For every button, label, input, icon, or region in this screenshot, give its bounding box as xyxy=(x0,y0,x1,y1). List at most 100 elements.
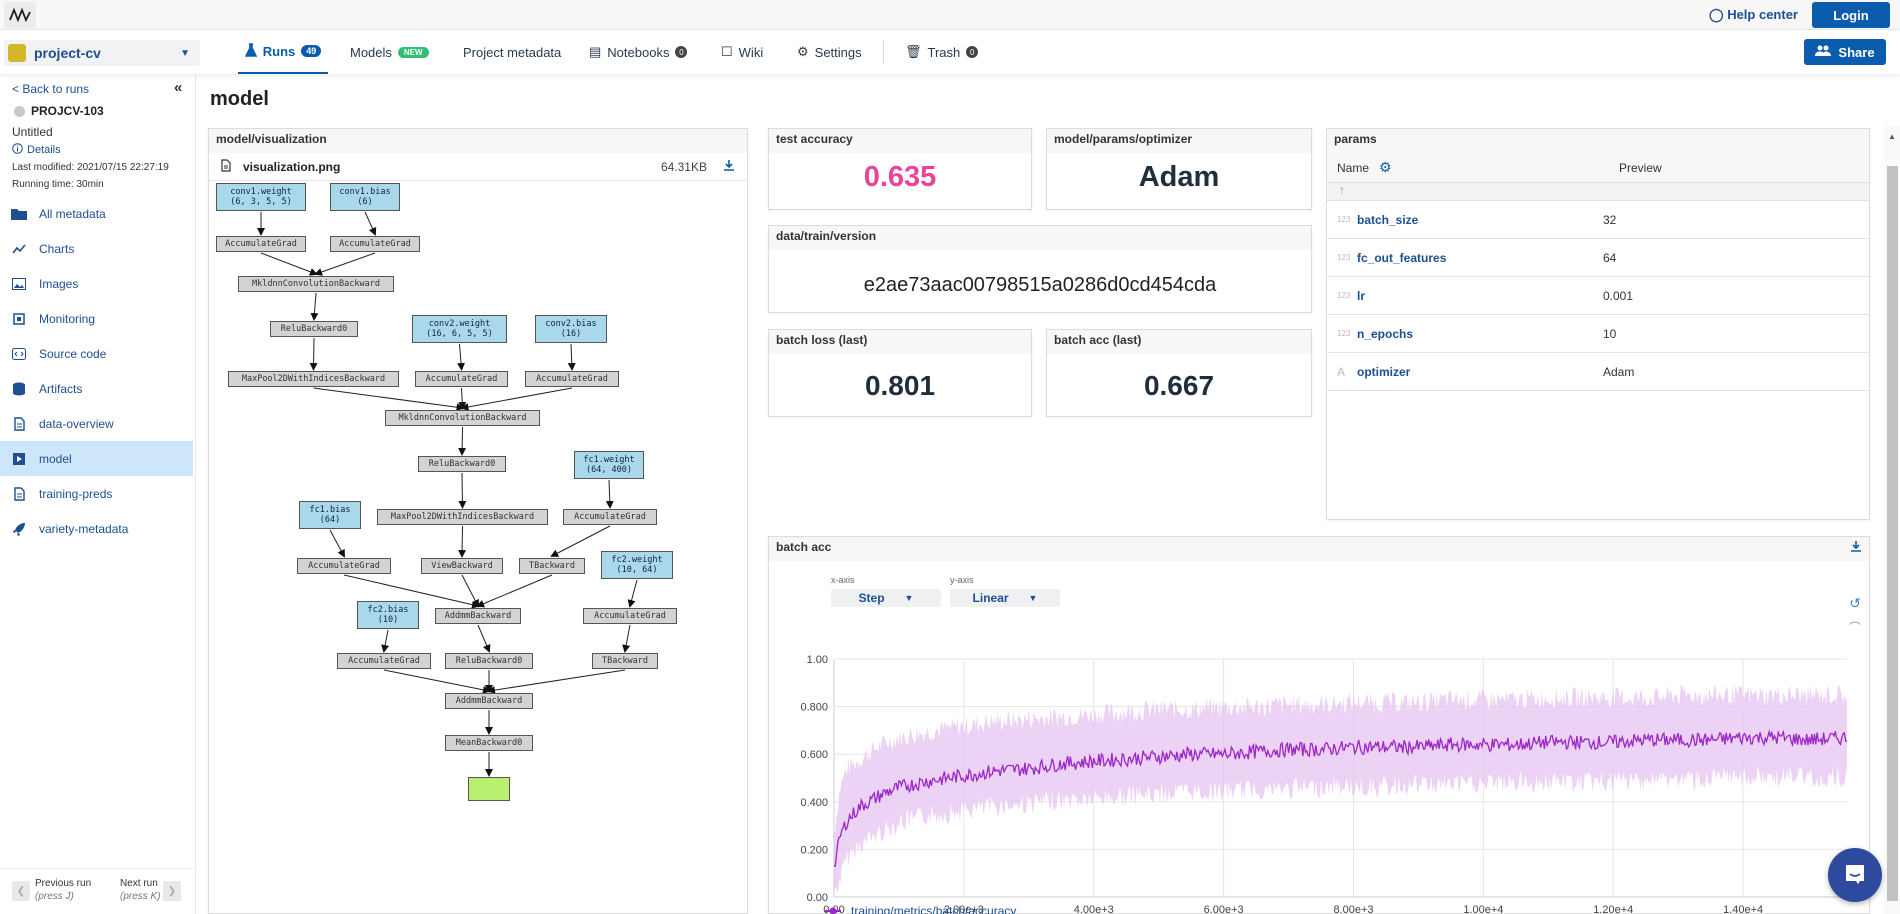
trash-count-badge: 0 xyxy=(966,46,979,58)
top-bar: ◯ Help center Login xyxy=(0,0,1900,30)
tab-project-metadata[interactable]: Project metadata xyxy=(463,30,561,74)
sidebar-item-model[interactable]: model xyxy=(0,441,193,476)
y-tick-label: 0.200 xyxy=(800,844,828,856)
param-name[interactable]: lr xyxy=(1357,289,1603,303)
chat-support-button[interactable] xyxy=(1828,848,1882,902)
run-navigation: ❮ Previous run (press J) Next run (press… xyxy=(0,868,196,914)
file-size: 64.31KB xyxy=(660,159,707,174)
graph-op-node: MeanBackward0 xyxy=(445,735,533,751)
number-type-icon: 123 xyxy=(1337,253,1351,262)
chat-icon xyxy=(1844,863,1866,888)
tab-wiki[interactable]: ☐ Wiki xyxy=(721,30,763,74)
sidebar-item-artifacts[interactable]: Artifacts xyxy=(0,371,193,406)
tab-trash[interactable]: 🗑 Trash 0 xyxy=(905,30,979,74)
login-button[interactable]: Login xyxy=(1812,2,1890,28)
number-type-icon: 123 xyxy=(1337,329,1351,338)
graph-edge xyxy=(364,211,377,236)
scroll-up-icon[interactable]: ▲ xyxy=(1888,132,1896,141)
next-run-button[interactable]: ❯ xyxy=(163,881,181,901)
graph-op-node: AccumulateGrad xyxy=(525,371,619,387)
graph-op-node: MkldnnConvolutionBackward xyxy=(238,276,394,292)
x-tick-label: 6.00e+3 xyxy=(1204,904,1244,914)
tab-settings[interactable]: ⚙ Settings xyxy=(797,30,862,74)
run-sidebar: < Back to runs « PROJCV-103 Untitled Det… xyxy=(0,74,196,914)
graph-edge xyxy=(329,529,345,558)
number-type-icon: 123 xyxy=(1337,215,1351,224)
help-center-link[interactable]: ◯ Help center xyxy=(1709,7,1798,23)
sidebar-item-all-metadata[interactable]: All metadata xyxy=(0,196,193,231)
graph-param-node: conv2.weight (16, 6, 5, 5) xyxy=(412,315,507,343)
visualization-panel: model/visualization visualization.png 64… xyxy=(208,128,748,914)
graph-op-node: MaxPool2DWithIndicesBackward xyxy=(377,509,548,525)
gear-icon[interactable]: ⚙ xyxy=(1379,159,1392,176)
parent-folder-row[interactable]: ↑ xyxy=(1327,183,1869,201)
graph-edge xyxy=(309,337,318,371)
sidebar-item-source-code[interactable]: Source code xyxy=(0,336,193,371)
sidebar-item-variety-metadata[interactable]: variety-metadata xyxy=(0,511,193,546)
previous-run-button[interactable]: ❮ xyxy=(12,881,30,901)
tab-runs[interactable]: Runs 49 xyxy=(238,30,328,74)
page-scrollbar[interactable]: ▲ xyxy=(1884,126,1900,914)
chart-header: batch acc xyxy=(769,537,1869,561)
graph-edge xyxy=(627,579,638,608)
graph-op-node: ReluBackward0 xyxy=(445,653,533,669)
param-row[interactable]: 123 n_epochs 10 xyxy=(1327,315,1869,353)
param-row[interactable]: 123 batch_size 32 xyxy=(1327,201,1869,239)
folder-icon xyxy=(11,208,27,220)
sidebar-item-charts[interactable]: Charts xyxy=(0,231,193,266)
chart-plot[interactable]: 0.000.2000.4000.6000.8001.000.002.00e+34… xyxy=(769,561,1871,914)
download-icon[interactable] xyxy=(723,159,735,174)
optimizer-value: Adam xyxy=(1138,161,1220,193)
graph-edge xyxy=(567,343,576,371)
graph-edge xyxy=(605,479,614,509)
database-icon xyxy=(11,382,27,396)
param-name[interactable]: optimizer xyxy=(1357,365,1603,379)
users-icon xyxy=(1815,45,1832,60)
runs-count-badge: 49 xyxy=(301,45,322,57)
graph-param-node: fc1.weight (64, 400) xyxy=(574,451,644,479)
graph-param-node: conv1.bias (6) xyxy=(330,183,400,211)
project-selector[interactable]: project-cv ▼ xyxy=(4,40,200,66)
graph-op-node: MkldnnConvolutionBackward xyxy=(385,410,540,426)
tab-notebooks[interactable]: ▤ Notebooks 0 xyxy=(589,30,688,74)
collapse-sidebar-button[interactable]: « xyxy=(174,79,182,96)
batch-acc-value: 0.667 xyxy=(1143,370,1215,401)
column-name: Name ⚙ xyxy=(1337,159,1392,176)
tile-title: batch acc (last) xyxy=(1047,330,1311,354)
chevron-down-icon: ▼ xyxy=(180,47,190,59)
graph-edge xyxy=(458,387,467,410)
graph-op-node: AccumulateGrad xyxy=(563,509,657,525)
project-name: project-cv xyxy=(34,45,101,61)
details-link[interactable]: Details xyxy=(12,143,61,157)
code-icon xyxy=(11,347,27,360)
last-modified: Last modified: 2021/07/15 22:27:19 xyxy=(12,162,169,173)
file-row: visualization.png 64.31KB xyxy=(209,153,747,181)
project-nav-bar: project-cv ▼ Runs 49 Models NEW Project … xyxy=(0,30,1900,74)
share-button[interactable]: Share xyxy=(1804,39,1886,65)
notebook-icon: ▤ xyxy=(589,44,602,59)
batch-acc-tile: batch acc (last) 0.667 xyxy=(1046,329,1312,417)
scrollbar-thumb[interactable] xyxy=(1887,166,1898,901)
param-name[interactable]: n_epochs xyxy=(1357,327,1603,341)
graph-param-node: fc2.weight (10, 64) xyxy=(601,551,673,579)
graph-op-node: TBackward xyxy=(519,558,585,574)
sidebar-item-monitoring[interactable]: Monitoring xyxy=(0,301,193,336)
document-icon xyxy=(11,416,27,431)
tab-models[interactable]: Models NEW xyxy=(350,30,429,74)
param-name[interactable]: fc_out_features xyxy=(1357,251,1603,265)
graph-edge xyxy=(313,387,465,412)
param-name[interactable]: batch_size xyxy=(1357,213,1603,227)
sidebar-item-images[interactable]: Images xyxy=(0,266,193,301)
param-row[interactable]: 123 fc_out_features 64 xyxy=(1327,239,1869,277)
back-to-runs-link[interactable]: < Back to runs xyxy=(12,82,89,96)
sidebar-item-data-overview[interactable]: data-overview xyxy=(0,406,193,441)
info-icon xyxy=(12,143,23,157)
run-id: PROJCV-103 xyxy=(14,104,104,118)
param-row[interactable]: Aoptimizer Adam xyxy=(1327,353,1869,391)
param-row[interactable]: 123 lr 0.001 xyxy=(1327,277,1869,315)
graph-edge xyxy=(622,624,631,653)
download-icon[interactable] xyxy=(1850,540,1862,558)
sidebar-item-training-preds[interactable]: training-preds xyxy=(0,476,193,511)
neptune-logo[interactable] xyxy=(4,2,36,28)
graph-edge xyxy=(314,252,376,276)
